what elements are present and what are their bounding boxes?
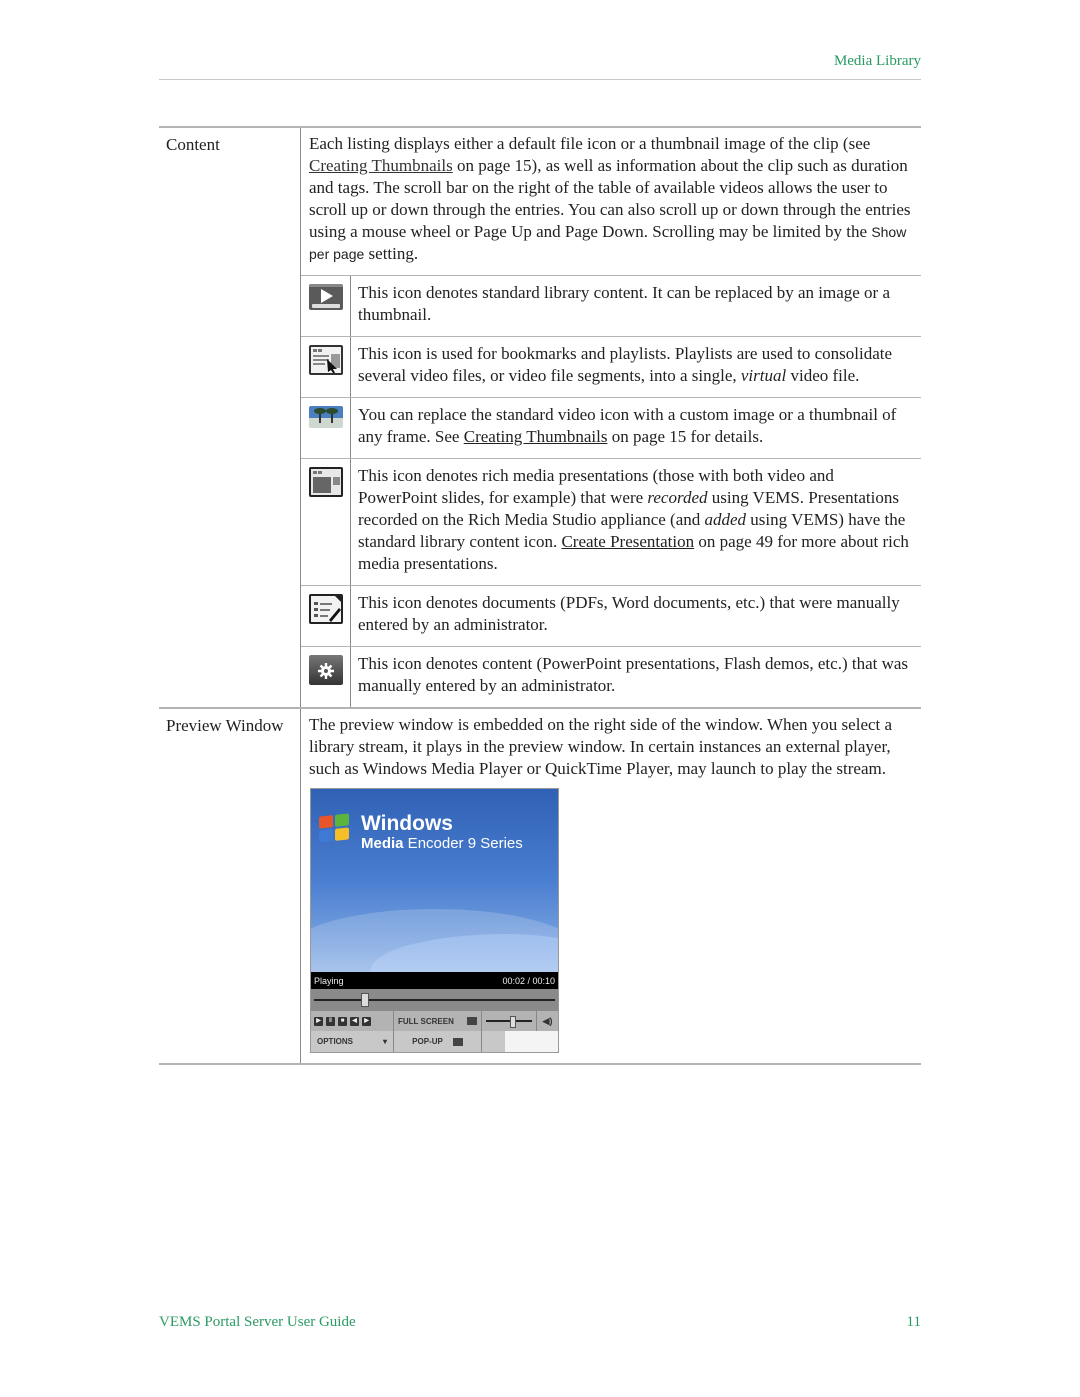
icon-row: This icon denotes content (PowerPoint pr… [301,646,921,707]
dropdown-arrow-icon: ▾ [382,1037,387,1046]
player-options-row: OPTIONS ▾ POP-UP [311,1031,558,1052]
header-divider [159,79,921,80]
row-label: Content [159,128,301,707]
text: setting. [364,244,419,263]
playback-time: 00:02 / 00:10 [502,975,555,986]
player-status-bar: Playing 00:02 / 00:10 [311,972,558,989]
windows-logo-icon [319,813,349,843]
transport-controls: ▶ ‖ ■ ◀ ▶ FULL SCREEN ◀) [311,1011,558,1031]
popup-icon [452,1037,463,1046]
icon-description: You can replace the standard video icon … [358,405,897,446]
definition-table: Content Each listing displays either a d… [159,126,921,1065]
text: Each listing displays either a default f… [309,134,871,153]
full-screen-button[interactable]: FULL SCREEN [393,1011,481,1031]
footer-page-number: 11 [906,1314,921,1330]
seek-thumb[interactable] [361,993,369,1007]
row-description: Each listing displays either a default f… [301,128,921,707]
running-header: Media Library [833,53,921,69]
row-description: The preview window is embedded on the ri… [301,709,921,1063]
content-intro: Each listing displays either a default f… [301,128,921,275]
icon-description: This icon denotes content (PowerPoint pr… [358,654,909,695]
full-screen-icon [467,1017,477,1025]
icon-description: This icon denotes rich media presentatio… [358,466,909,573]
preview-description: The preview window is embedded on the ri… [309,715,893,778]
icon-row: This icon denotes standard library conte… [301,275,921,336]
content-gear-icon [308,655,343,685]
icon-description: This icon denotes documents (PDFs, Word … [358,593,900,634]
icon-row: This icon denotes rich media presentatio… [301,458,921,585]
table-row-content: Content Each listing displays either a d… [159,128,921,709]
brand-subtitle: Media Encoder 9 Series [361,835,523,852]
icon-description: This icon denotes standard library conte… [358,283,890,324]
seek-bar[interactable] [311,989,558,1011]
document-icon [308,594,343,624]
playback-status: Playing [314,975,344,986]
icon-row: This icon is used for bookmarks and play… [301,336,921,397]
link-creating-thumbnails[interactable]: Creating Thumbnails [309,156,453,175]
play-button[interactable]: ▶ [314,1016,323,1026]
fast-forward-button[interactable]: ▶ [362,1016,371,1026]
volume-slider[interactable] [481,1011,536,1031]
pause-button[interactable]: ‖ [326,1016,335,1026]
link-create-presentation[interactable]: Create Presentation [561,532,694,551]
footer-guide-title: VEMS Portal Server User Guide [159,1314,356,1330]
playlist-icon [308,345,343,375]
icon-row: You can replace the standard video icon … [301,397,921,458]
link-creating-thumbnails[interactable]: Creating Thumbnails [464,427,608,446]
popup-button[interactable]: POP-UP [393,1031,481,1052]
icon-description: This icon is used for bookmarks and play… [358,344,893,385]
mute-button[interactable]: ◀) [536,1011,558,1031]
speaker-icon: ◀) [542,1015,553,1026]
preview-player-screenshot: Windows Media Encoder 9 Series Playing 0… [310,788,559,1053]
brand-title: Windows [361,812,453,835]
row-label: Preview Window [159,709,301,1063]
standard-video-icon [308,284,343,310]
options-dropdown[interactable]: OPTIONS ▾ [311,1037,393,1046]
table-row-preview-window: Preview Window The preview window is emb… [159,709,921,1065]
icon-row: This icon denotes documents (PDFs, Word … [301,585,921,646]
rewind-button[interactable]: ◀ [350,1016,359,1026]
thumbnail-image-icon [308,406,343,428]
stop-button[interactable]: ■ [338,1016,347,1026]
rich-media-presentation-icon [308,467,343,497]
